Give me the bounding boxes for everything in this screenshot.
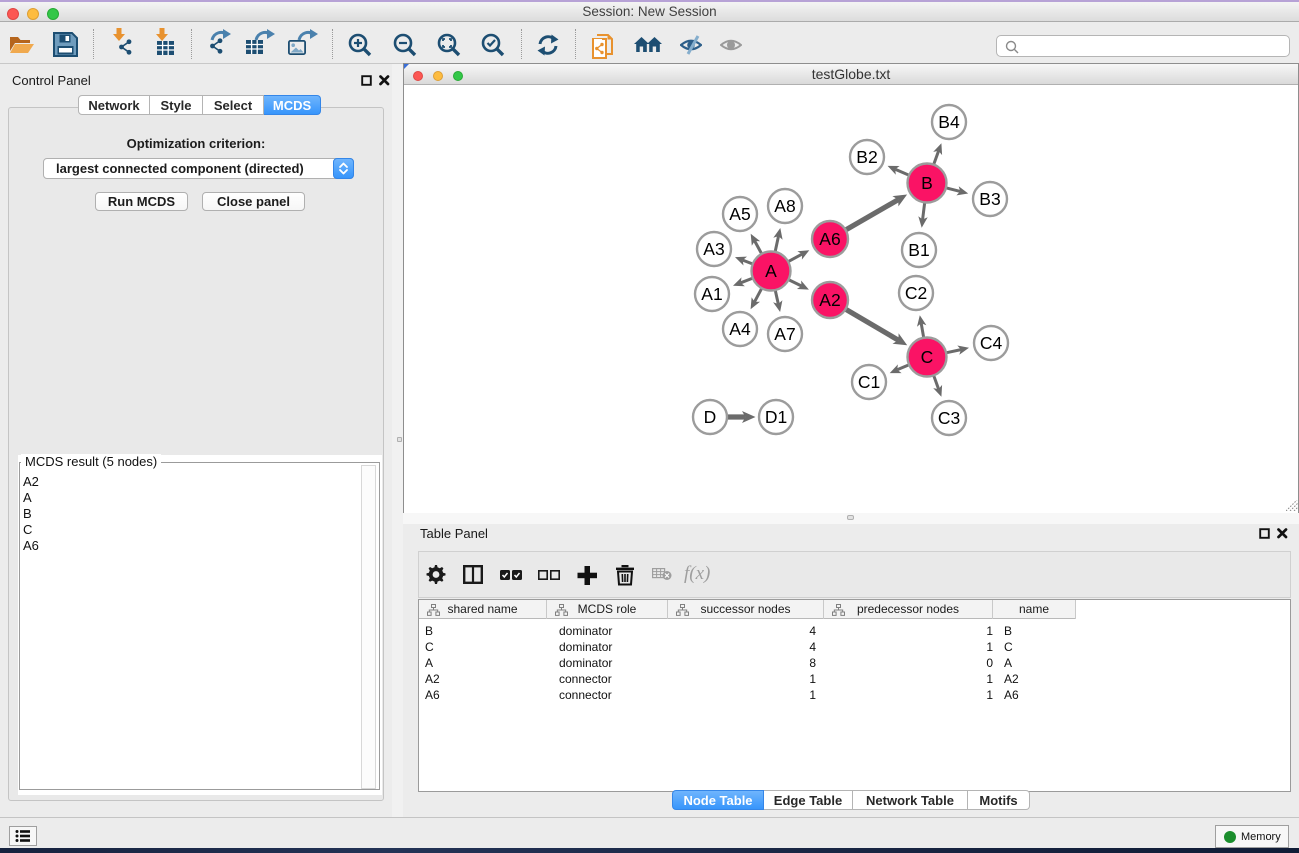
svg-text:B: B <box>921 173 933 193</box>
svg-text:A3: A3 <box>703 239 724 259</box>
svg-text:A2: A2 <box>819 290 840 310</box>
svg-text:A7: A7 <box>774 324 795 344</box>
svg-text:A4: A4 <box>729 319 751 339</box>
svg-text:C1: C1 <box>858 372 880 392</box>
svg-text:A5: A5 <box>729 204 750 224</box>
svg-text:C3: C3 <box>938 408 960 428</box>
svg-text:D: D <box>704 407 717 427</box>
svg-text:B4: B4 <box>938 112 960 132</box>
svg-text:C2: C2 <box>905 283 927 303</box>
svg-text:B3: B3 <box>979 189 1000 209</box>
svg-text:B2: B2 <box>856 147 877 167</box>
svg-text:C: C <box>921 347 934 367</box>
svg-text:A6: A6 <box>819 229 840 249</box>
svg-text:f(x): f(x) <box>684 564 710 584</box>
svg-text:A8: A8 <box>774 196 795 216</box>
svg-text:A: A <box>765 261 777 281</box>
svg-text:B1: B1 <box>908 240 929 260</box>
svg-text:C4: C4 <box>980 333 1003 353</box>
svg-text:D1: D1 <box>765 407 787 427</box>
svg-text:A1: A1 <box>701 284 722 304</box>
